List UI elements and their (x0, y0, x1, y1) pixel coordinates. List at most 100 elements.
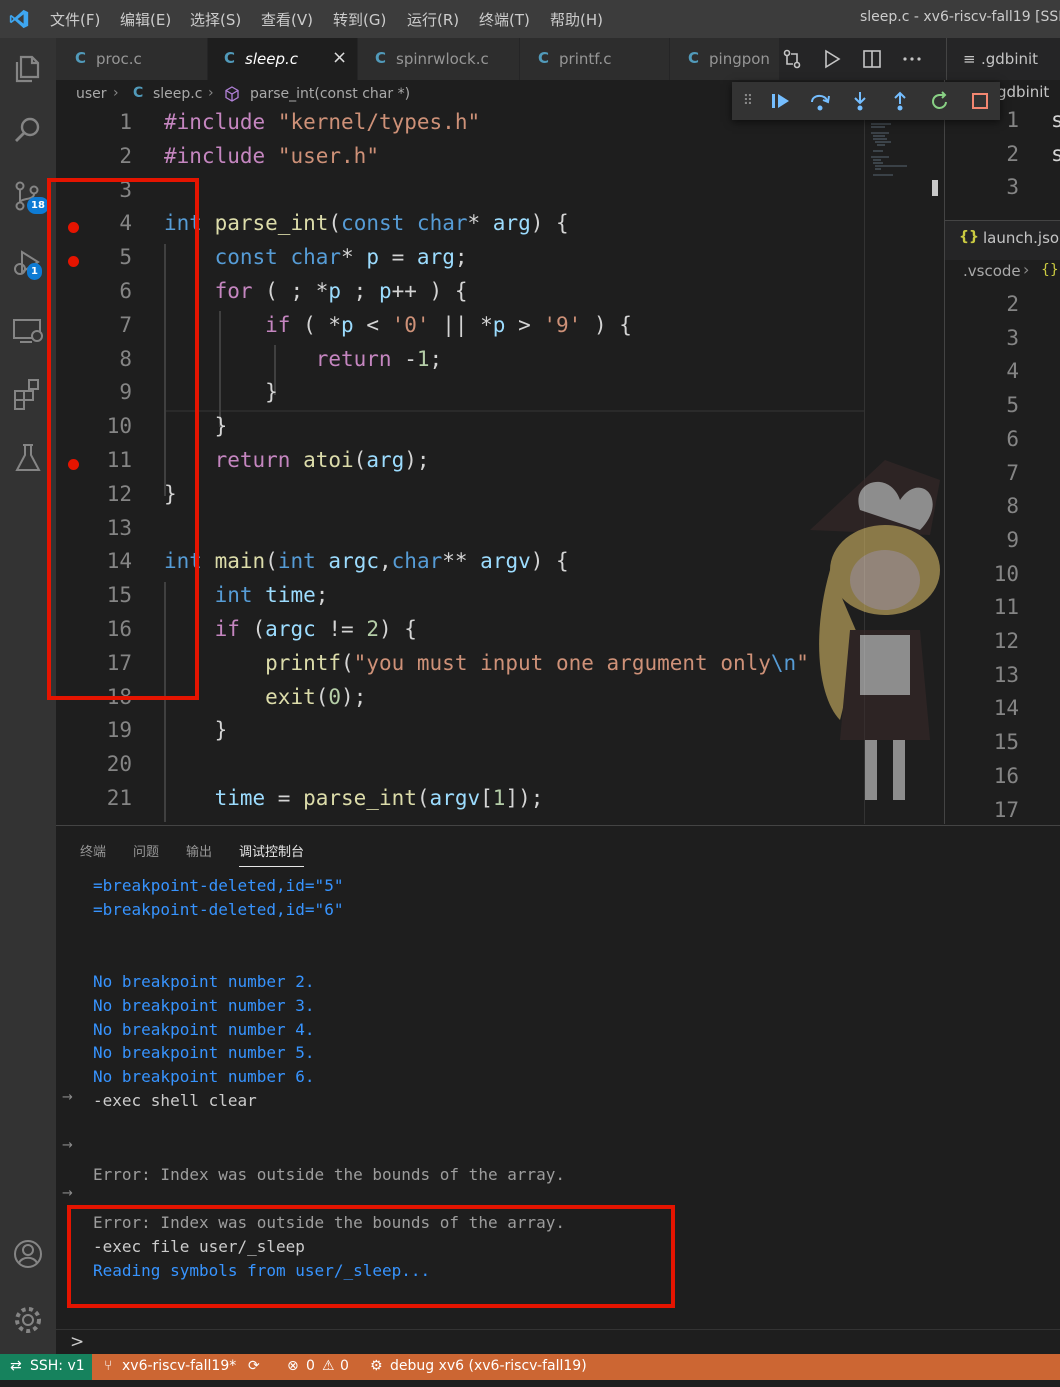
tab-spinrwlock-c[interactable]: C spinrwlock.c (358, 38, 520, 80)
breadcrumb-symbol[interactable]: parse_int(const char *) (250, 86, 410, 102)
git-branch[interactable]: xv6-riscv-fall19* (122, 1358, 236, 1374)
line-number[interactable]: 11 (945, 595, 1019, 619)
step-over-icon[interactable] (808, 89, 832, 113)
code-line: if ( *p < '0' || *p > '9' ) { (265, 312, 632, 337)
line-number[interactable]: 10 (945, 562, 1019, 586)
menu-view[interactable]: 查看(V) (261, 9, 313, 30)
tab-label: sleep.c (245, 50, 298, 68)
tab-label: printf.c (559, 50, 612, 68)
console-input[interactable]: > (56, 1329, 1060, 1355)
line-number[interactable]: 21 (56, 786, 132, 810)
status-bar: ⇄ SSH: v1 ⑂ xv6-riscv-fall19* ⟳ ⊗ 0 ⚠ 0 … (0, 1354, 1060, 1380)
menu-run[interactable]: 运行(R) (407, 9, 459, 30)
stop-icon[interactable] (968, 89, 992, 113)
launch-json-tab[interactable]: launch.json (983, 229, 1060, 247)
line-number[interactable]: 14 (945, 696, 1019, 720)
menu-help[interactable]: 帮助(H) (550, 9, 603, 30)
minimap-slider[interactable] (932, 180, 938, 196)
c-file-icon: C (538, 49, 550, 67)
split-editor-icon[interactable] (861, 48, 883, 70)
console-line: No breakpoint number 4. (93, 1020, 315, 1039)
step-out-icon[interactable] (888, 89, 912, 113)
close-icon[interactable]: × (332, 47, 347, 68)
line-number[interactable]: 7 (945, 461, 1019, 485)
run-debug-icon[interactable]: 1 (8, 244, 48, 284)
line-number[interactable]: 3 (945, 326, 1019, 350)
line-number[interactable]: 8 (945, 494, 1019, 518)
background-mascot-image (810, 460, 940, 800)
line-number[interactable]: 3 (945, 175, 1019, 199)
console-line: No breakpoint number 6. (93, 1067, 315, 1086)
line-number[interactable]: 6 (945, 427, 1019, 451)
tab-label: proc.c (96, 50, 142, 68)
breadcrumb-file[interactable]: sleep.c (153, 86, 202, 102)
tab-gdbinit[interactable]: ≡ .gdbinit (946, 38, 1060, 80)
editor-tab-bar: C proc.c C sleep.c × C spinrwlock.c C pr… (56, 38, 1060, 80)
c-file-icon: C (375, 49, 387, 67)
tab-printf-c[interactable]: C printf.c (520, 38, 670, 80)
line-number[interactable]: 1 (56, 110, 132, 134)
breadcrumb-vscode[interactable]: .vscode (963, 262, 1021, 280)
search-icon[interactable] (8, 110, 48, 150)
step-into-icon[interactable] (848, 89, 872, 113)
tab-proc-c[interactable]: C proc.c (56, 38, 208, 80)
more-actions-icon[interactable] (901, 48, 923, 70)
code-line: const char* p = arg; (214, 245, 468, 270)
settings-gear-icon[interactable] (8, 1300, 48, 1340)
line-number[interactable]: 15 (945, 730, 1019, 754)
line-number[interactable]: 19 (56, 718, 132, 742)
extensions-icon[interactable] (8, 374, 48, 414)
right-editor-group: gdbinit 1s2s3 {} launch.json .vscode .vs… (944, 80, 1060, 824)
code-line: s (1051, 108, 1060, 132)
c-file-icon: C (133, 85, 144, 101)
console-error: Error: Index was outside the bounds of t… (93, 1165, 566, 1184)
line-number[interactable]: 4 (945, 359, 1019, 383)
chevron-right-icon: › (208, 85, 214, 101)
line-number[interactable]: 2 (945, 292, 1019, 316)
line-number[interactable]: 12 (945, 629, 1019, 653)
debug-toolbar[interactable]: ⠿ (732, 82, 1000, 120)
error-icon: ⊗ (287, 1358, 299, 1374)
tab-sleep-c[interactable]: C sleep.c × (208, 38, 358, 80)
run-file-icon[interactable] (821, 48, 843, 70)
debug-badge: 1 (27, 263, 42, 280)
drag-handle-icon[interactable]: ⠿ (736, 89, 760, 113)
error-count[interactable]: 0 (306, 1358, 315, 1374)
menu-file[interactable]: 文件(F) (50, 9, 100, 30)
remote-indicator[interactable]: ⇄ SSH: v1 (0, 1354, 92, 1380)
line-number[interactable]: 17 (945, 798, 1019, 822)
sync-icon[interactable]: ⟳ (248, 1358, 260, 1374)
line-number[interactable]: 2 (56, 144, 132, 168)
menu-terminal[interactable]: 终端(T) (479, 9, 530, 30)
source-control-icon[interactable]: 18 (8, 176, 49, 216)
account-icon[interactable] (8, 1234, 48, 1274)
line-number[interactable]: 16 (945, 764, 1019, 788)
tab-pingpong[interactable]: C pingpon (670, 38, 780, 80)
menu-go[interactable]: 转到(G) (333, 9, 386, 30)
explorer-icon[interactable] (8, 48, 48, 88)
code-line: int main(int argc,char** argv) { (164, 549, 569, 574)
restart-icon[interactable] (928, 89, 952, 113)
remote-explorer-icon[interactable] (8, 310, 48, 350)
tab-problems[interactable]: 问题 (133, 841, 159, 860)
compare-changes-icon[interactable] (781, 48, 803, 70)
code-line: s (1051, 142, 1060, 166)
line-number[interactable]: 5 (945, 393, 1019, 417)
tab-output[interactable]: 输出 (186, 841, 212, 860)
code-line: for ( ; *p ; p++ ) { (214, 279, 468, 303)
continue-icon[interactable] (768, 89, 792, 113)
line-number[interactable]: 20 (56, 752, 132, 776)
breadcrumb-folder[interactable]: user (76, 86, 107, 102)
line-number[interactable]: 2 (945, 142, 1019, 166)
tab-debug-console[interactable]: 调试控制台 (239, 841, 305, 867)
debug-config[interactable]: debug xv6 (xv6-riscv-fall19) (390, 1358, 587, 1374)
warning-count[interactable]: 0 (340, 1358, 349, 1374)
input-arrow-icon: → (62, 1186, 73, 1201)
menu-selection[interactable]: 选择(S) (190, 9, 241, 30)
chevron-right-icon: › (1023, 260, 1030, 279)
menu-edit[interactable]: 编辑(E) (120, 9, 171, 30)
tab-terminal[interactable]: 终端 (80, 841, 106, 860)
line-number[interactable]: 13 (945, 663, 1019, 687)
line-number[interactable]: 9 (945, 528, 1019, 552)
testing-flask-icon[interactable] (8, 438, 48, 478)
